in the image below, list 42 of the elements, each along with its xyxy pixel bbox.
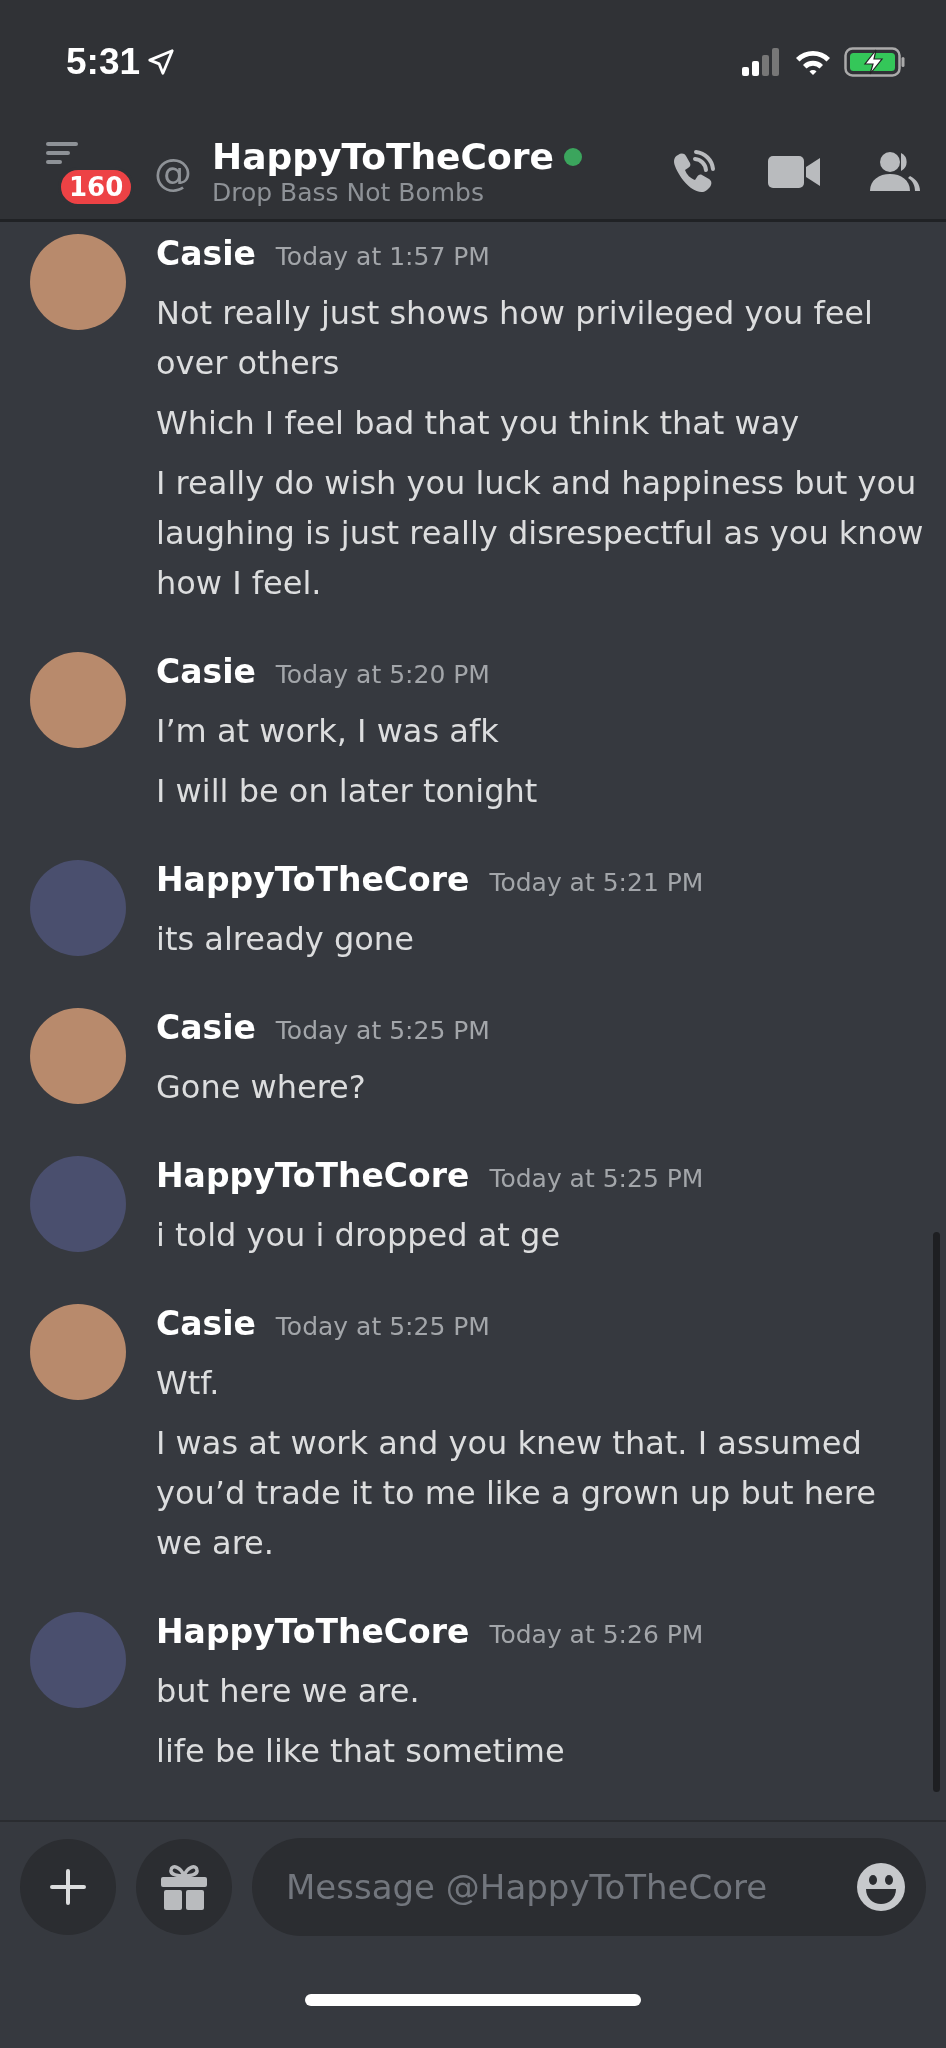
message-text: life be like that sometime xyxy=(156,1731,566,1772)
timestamp: Today at 5:25 PM xyxy=(489,1164,704,1193)
message-text: its already gone xyxy=(156,919,415,960)
message-input-field[interactable]: Message @HappyToTheCore xyxy=(252,1838,926,1936)
battery-charging-icon xyxy=(844,47,906,77)
message-text: Not really just shows how privileged you feel over others xyxy=(156,293,874,384)
video-camera-icon[interactable] xyxy=(768,153,820,190)
location-arrow-icon xyxy=(146,47,177,77)
gift-icon xyxy=(160,1862,208,1912)
message-text: I will be on later tonight xyxy=(156,771,539,812)
message-text: but here we are. xyxy=(156,1671,421,1712)
menu-icon[interactable] xyxy=(44,141,80,164)
message-text: i told you i dropped at ge xyxy=(156,1215,562,1256)
members-icon[interactable] xyxy=(870,150,922,193)
scrollbar[interactable] xyxy=(933,1232,940,1792)
message-text: I was at work and you knew that. I assumed you’d trade it to me like a grown up but here we are. xyxy=(156,1423,877,1564)
timestamp: Today at 5:25 PM xyxy=(275,1016,490,1045)
message-text: Wtf. xyxy=(156,1363,221,1404)
at-symbol: @ xyxy=(154,149,192,194)
message-text: I really do wish you luck and happiness but you laughing is just really disrespectful as you know how I feel. xyxy=(156,463,924,604)
custom-status: Drop Bass Not Bombs xyxy=(212,177,485,208)
timestamp: Today at 5:20 PM xyxy=(275,660,490,689)
username[interactable]: Casie xyxy=(156,1304,256,1343)
wifi-icon xyxy=(794,48,832,76)
status-time: 5:31 xyxy=(66,41,141,83)
plus-icon xyxy=(49,1868,87,1906)
timestamp: Today at 1:57 PM xyxy=(275,242,490,271)
timestamp: Today at 5:21 PM xyxy=(489,868,704,897)
timestamp: Today at 5:25 PM xyxy=(275,1312,490,1341)
message-text: I’m at work, I was afk xyxy=(156,711,500,752)
username[interactable]: Casie xyxy=(156,1008,256,1047)
message-text: Gone where? xyxy=(156,1067,367,1108)
username[interactable]: HappyToTheCore xyxy=(156,860,470,899)
username[interactable]: HappyToTheCore xyxy=(156,1156,470,1195)
signal-icon xyxy=(742,48,782,76)
timestamp: Today at 5:26 PM xyxy=(489,1620,704,1649)
username[interactable]: HappyToTheCore xyxy=(156,1612,470,1651)
username[interactable]: Casie xyxy=(156,234,256,273)
emoji-icon[interactable] xyxy=(856,1862,906,1912)
channel-title: HappyToTheCore xyxy=(212,135,554,178)
username[interactable]: Casie xyxy=(156,652,256,691)
message-text: Which I feel bad that you think that way xyxy=(156,403,801,444)
